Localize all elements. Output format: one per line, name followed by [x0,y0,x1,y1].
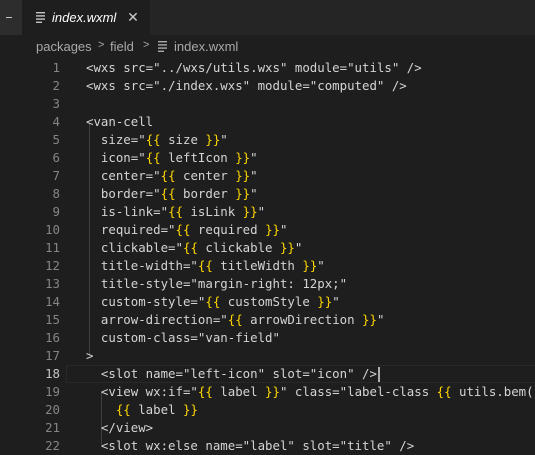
close-icon[interactable]: ✕ [126,10,140,24]
tab-bar: index.wxml ✕ [0,0,535,35]
line-number: 19 [45,384,60,399]
code-line[interactable]: 18 <slot name="left-icon" slot="icon" /> [0,365,535,383]
code-line[interactable]: 16 custom-class="van-field" [0,329,535,347]
code-text[interactable]: <van-cell [86,113,153,131]
line-number: 16 [45,330,60,345]
code-text[interactable]: required="{{ required }}" [86,221,288,239]
code-line[interactable]: 13 title-style="margin-right: 12px;" [0,275,535,293]
code-line[interactable]: 3 [0,95,535,113]
tab-stub-dash [6,17,12,18]
code-line[interactable]: 9 is-link="{{ isLink }}" [0,203,535,221]
line-number: 14 [45,294,60,309]
tab-title: index.wxml [52,10,117,25]
code-text[interactable]: is-link="{{ isLink }}" [86,203,265,221]
code-line[interactable]: 22 <slot wx:else name="label" slot="titl… [0,437,535,455]
tab-index-wxml[interactable]: index.wxml ✕ [22,0,150,35]
lines-file-icon [36,12,45,23]
line-number: 13 [45,276,60,291]
breadcrumb: packages > field > index.wxml [0,35,535,59]
code-line[interactable]: 14 custom-style="{{ customStyle }}" [0,293,535,311]
code-line[interactable]: 19 <view wx:if="{{ label }}" class="labe… [0,383,535,401]
chevron-right-icon: > [143,39,150,51]
code-text[interactable]: custom-style="{{ customStyle }}" [86,293,340,311]
code-line[interactable]: 10 required="{{ required }}" [0,221,535,239]
line-number: 21 [45,420,60,435]
line-number: 18 [45,366,60,381]
code-text[interactable]: title-width="{{ titleWidth }}" [86,257,325,275]
line-number: 11 [45,240,60,255]
code-text[interactable]: clickable="{{ clickable }}" [86,239,302,257]
breadcrumb-item-packages[interactable]: packages [36,39,92,54]
code-text[interactable]: <wxs src="../wxs/utils.wxs" module="util… [86,59,422,77]
code-text[interactable]: border="{{ border }}" [86,185,258,203]
line-number: 7 [52,168,60,183]
previous-tab-stub[interactable] [0,0,22,35]
line-number: 12 [45,258,60,273]
code-line[interactable]: 15 arrow-direction="{{ arrowDirection }}… [0,311,535,329]
code-line[interactable]: 21 </view> [0,419,535,437]
breadcrumb-item-field[interactable]: field [110,39,134,54]
code-line[interactable]: 7 center="{{ center }}" [0,167,535,185]
line-number: 10 [45,222,60,237]
line-number: 5 [52,132,60,147]
code-line[interactable]: 11 clickable="{{ clickable }}" [0,239,535,257]
line-number: 22 [45,438,60,453]
chevron-right-icon: > [98,39,105,51]
code-line[interactable]: 8 border="{{ border }}" [0,185,535,203]
line-number: 15 [45,312,60,327]
code-text[interactable]: <wxs src="./index.wxs" module="computed"… [86,77,407,95]
code-line[interactable]: 12 title-width="{{ titleWidth }}" [0,257,535,275]
line-number: 3 [52,96,60,111]
code-line[interactable]: 20 {{ label }} [0,401,535,419]
code-text[interactable]: arrow-direction="{{ arrowDirection }}" [86,311,385,329]
line-number: 17 [45,348,60,363]
code-text[interactable]: icon="{{ leftIcon }}" [86,149,258,167]
code-text[interactable]: {{ label }} [86,401,198,419]
code-text[interactable]: > [86,347,93,365]
code-line[interactable]: 5 size="{{ size }}" [0,131,535,149]
text-cursor [377,367,380,382]
code-text[interactable]: </view> [86,419,153,437]
code-editor[interactable]: 1 <wxs src="../wxs/utils.wxs" module="uti… [0,59,535,453]
code-text[interactable]: <slot wx:else name="label" slot="title" … [86,437,414,455]
line-number: 2 [52,78,60,93]
code-line[interactable]: 6 icon="{{ leftIcon }}" [0,149,535,167]
code-line[interactable]: 4 <van-cell [0,113,535,131]
line-number: 6 [52,150,60,165]
line-number: 1 [52,60,60,75]
lines-file-icon [158,41,167,52]
code-text[interactable]: custom-class="van-field" [86,329,280,347]
line-number: 20 [45,402,60,417]
code-line[interactable]: 1 <wxs src="../wxs/utils.wxs" module="uti… [0,59,535,77]
code-line[interactable]: 2 <wxs src="./index.wxs" module="computed… [0,77,535,95]
code-text[interactable]: size="{{ size }}" [86,131,228,149]
code-text[interactable]: title-style="margin-right: 12px;" [86,275,347,293]
code-text[interactable]: center="{{ center }}" [86,167,258,185]
code-text[interactable]: <slot name="left-icon" slot="icon" /> [86,365,380,383]
code-line[interactable]: 17 > [0,347,535,365]
code-text[interactable]: <view wx:if="{{ label }}" class="label-c… [86,383,535,401]
breadcrumb-item-file[interactable]: index.wxml [174,39,238,54]
line-number: 4 [52,114,60,129]
line-number: 9 [52,204,60,219]
line-number: 8 [52,186,60,201]
